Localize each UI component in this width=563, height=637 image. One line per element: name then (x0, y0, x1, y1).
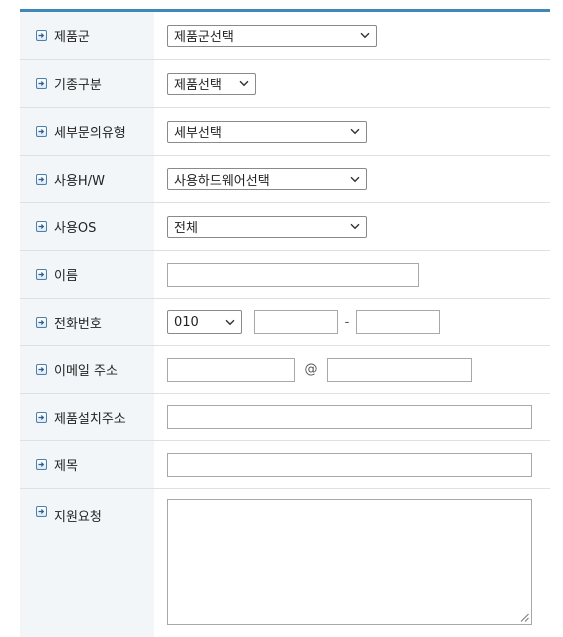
row-phone: 전화번호 010 - (20, 299, 550, 346)
install-address-label: 제품설치주소 (54, 411, 126, 427)
field-cell: 세부선택 (154, 108, 550, 155)
inquiry-type-select[interactable]: 세부선택 (167, 120, 367, 143)
os-select[interactable]: 전체 (167, 215, 367, 238)
arrow-right-box-icon (36, 269, 47, 280)
arrow-right-box-icon (36, 411, 47, 423)
request-label: 지원요청 (54, 510, 102, 525)
field-cell: @ (154, 346, 550, 393)
row-model-category: 기종구분 제품선택 (20, 60, 550, 108)
arrow-right-box-icon (36, 78, 47, 89)
field-cell (154, 489, 550, 637)
arrow-right-box-icon (36, 173, 47, 185)
field-cell (154, 441, 550, 488)
field-cell: 제품군선택 (154, 12, 550, 59)
row-product-group: 제품군 제품군선택 (20, 12, 550, 60)
phone-last-input[interactable] (356, 310, 440, 334)
row-request: 지원요청 (20, 489, 550, 637)
phone-prefix-select[interactable]: 010 (167, 310, 242, 334)
chevron-down-icon (239, 80, 249, 87)
row-hardware: 사용H/W 사용하드웨어선택 (20, 156, 550, 203)
field-cell: 010 - (154, 299, 550, 345)
label-cell: 기종구분 (20, 60, 154, 107)
label-cell: 사용H/W (20, 156, 154, 202)
arrow-right-box-icon (36, 221, 47, 232)
label-cell: 지원요청 (20, 489, 154, 637)
chevron-down-icon (350, 223, 360, 230)
phone-prefix-value: 010 (174, 314, 199, 330)
phone-label: 전화번호 (54, 316, 102, 332)
label-cell: 제목 (20, 441, 154, 488)
label-cell: 제품군 (20, 12, 154, 59)
email-at-sign: @ (304, 362, 318, 377)
email-domain-input[interactable] (327, 357, 472, 382)
arrow-right-box-icon (36, 459, 47, 470)
row-subject: 제목 (20, 441, 550, 489)
chevron-down-icon (225, 319, 235, 325)
field-cell: 전체 (154, 203, 550, 250)
arrow-right-box-icon (36, 506, 47, 517)
product-group-select[interactable]: 제품군선택 (167, 24, 377, 47)
arrow-right-box-icon (36, 364, 47, 375)
install-address-input[interactable] (167, 405, 532, 429)
chevron-down-icon (350, 128, 360, 135)
row-name: 이름 (20, 251, 550, 299)
label-cell: 전화번호 (20, 299, 154, 345)
field-cell: 사용하드웨어선택 (154, 156, 550, 202)
field-cell (154, 394, 550, 440)
arrow-right-box-icon (36, 316, 47, 328)
row-install-address: 제품설치주소 (20, 394, 550, 441)
product-group-select-value: 제품군선택 (174, 30, 234, 45)
model-category-select-value: 제품선택 (174, 78, 222, 93)
resize-grip-icon[interactable] (520, 613, 529, 622)
chevron-down-icon (350, 176, 360, 182)
subject-label: 제목 (54, 459, 78, 474)
model-category-label: 기종구분 (54, 78, 102, 93)
row-inquiry-type: 세부문의유형 세부선택 (20, 108, 550, 156)
hardware-label: 사용H/W (54, 173, 105, 189)
label-cell: 이메일 주소 (20, 346, 154, 393)
field-cell (154, 251, 550, 298)
support-request-form: 제품군 제품군선택 기종구분 제품선택 세부문의유형 세부선택 사용H/W 사용… (20, 9, 550, 637)
os-select-value: 전체 (174, 221, 198, 236)
hardware-select-value: 사용하드웨어선택 (174, 173, 270, 189)
label-cell: 제품설치주소 (20, 394, 154, 440)
label-cell: 이름 (20, 251, 154, 298)
row-os: 사용OS 전체 (20, 203, 550, 251)
name-input[interactable] (167, 262, 419, 287)
email-label: 이메일 주소 (54, 364, 118, 379)
phone-middle-input[interactable] (254, 310, 338, 334)
inquiry-type-select-value: 세부선택 (174, 126, 222, 141)
phone-separator: - (344, 314, 350, 330)
inquiry-type-label: 세부문의유형 (54, 126, 126, 141)
label-cell: 세부문의유형 (20, 108, 154, 155)
email-local-input[interactable] (167, 357, 295, 382)
field-cell: 제품선택 (154, 60, 550, 107)
subject-input[interactable] (167, 452, 532, 477)
request-textarea[interactable] (167, 499, 532, 625)
arrow-right-box-icon (36, 126, 47, 137)
chevron-down-icon (360, 32, 370, 39)
name-label: 이름 (54, 269, 78, 284)
os-label: 사용OS (54, 221, 97, 236)
label-cell: 사용OS (20, 203, 154, 250)
model-category-select[interactable]: 제품선택 (167, 72, 256, 95)
hardware-select[interactable]: 사용하드웨어선택 (167, 168, 367, 190)
product-group-label: 제품군 (54, 30, 90, 45)
arrow-right-box-icon (36, 30, 47, 41)
row-email: 이메일 주소 @ (20, 346, 550, 394)
